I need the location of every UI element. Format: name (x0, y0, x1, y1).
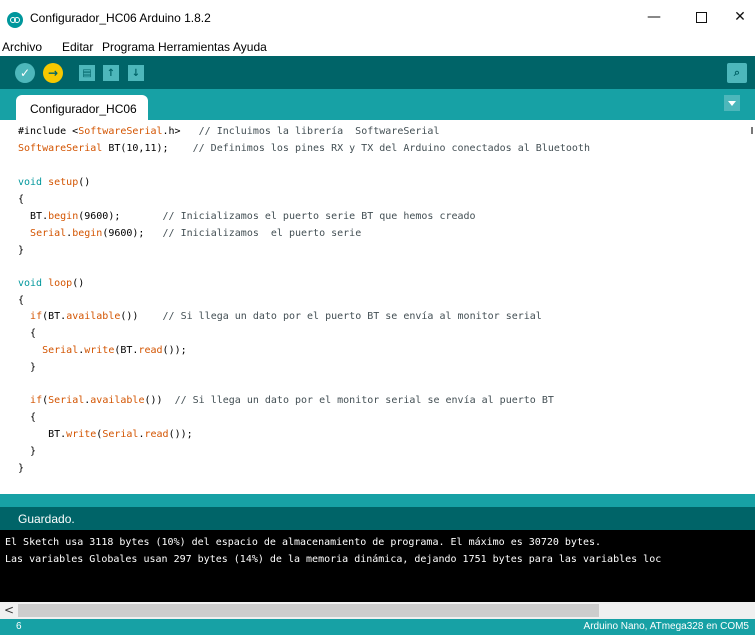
status-message: Guardado. (18, 512, 75, 526)
code-line-11: { (18, 295, 25, 306)
menu-ayuda[interactable]: Ayuda (233, 40, 267, 54)
code-editor[interactable]: #include <SoftwareSerial.h> // Incluimos… (0, 120, 755, 494)
maximize-icon (695, 12, 707, 23)
footer-bar: 6 Arduino Nano, ATmega328 en COM5 (0, 619, 755, 635)
code-line-8: } (18, 245, 25, 256)
code-line-13: { (18, 328, 37, 339)
scroll-left-icon[interactable]: < (4, 603, 14, 617)
editor-scrollbar[interactable] (751, 127, 753, 134)
code-line-15: } (18, 362, 37, 373)
arduino-logo-icon (7, 12, 23, 28)
maximize-button[interactable] (691, 9, 711, 27)
tab-bar: Configurador_HC06 (0, 89, 755, 120)
line-number: 6 (16, 621, 22, 632)
menu-herramientas[interactable]: Herramientas (158, 40, 230, 54)
code-line-12: if(BT.available()) // Si llega un dato p… (30, 311, 542, 322)
code-line-5: { (18, 194, 25, 205)
code-line-2: SoftwareSerial BT(10,11); // Definimos l… (18, 143, 590, 154)
code-line-21: } (18, 463, 25, 474)
status-bar: Guardado. (0, 507, 755, 530)
console-line: Las variables Globales usan 297 bytes (1… (5, 554, 662, 565)
menu-editar[interactable]: Editar (62, 40, 93, 54)
verify-icon: ✓ (19, 66, 31, 80)
serial-monitor-icon: ⌕ (733, 66, 741, 79)
code-line-1: #include <SoftwareSerial.h> // Incluimos… (18, 126, 440, 137)
code-line-6: BT.begin(9600); // Inicializamos el puer… (18, 211, 476, 222)
board-info: Arduino Nano, ATmega328 en COM5 (583, 621, 749, 632)
code-line-18: { (18, 412, 37, 423)
menu-archivo[interactable]: Archivo (2, 40, 42, 54)
new-sketch-button[interactable]: ▤ (79, 65, 95, 81)
status-divider[interactable] (0, 494, 755, 507)
console-horizontal-scrollbar[interactable]: < (0, 602, 755, 619)
verify-button[interactable]: ✓ (15, 63, 35, 83)
code-line-20: } (18, 446, 37, 457)
code-line-14: Serial.write(BT.read()); (42, 345, 187, 356)
tab-menu-button[interactable] (724, 95, 740, 111)
code-line-17: if(Serial.available()) // Si llega un da… (30, 395, 554, 406)
menu-bar: Archivo Editar Programa Herramientas Ayu… (0, 38, 755, 56)
tab-configurador-hc06[interactable]: Configurador_HC06 (16, 95, 148, 120)
code-line-19: BT.write(Serial.read()); (18, 429, 193, 440)
upload-button[interactable]: → (43, 63, 63, 83)
console-line: El Sketch usa 3118 bytes (10%) del espac… (5, 537, 602, 548)
window-title: Configurador_HC06 Arduino 1.8.2 (30, 11, 211, 25)
close-button[interactable]: ✕ (730, 9, 750, 25)
scrollbar-thumb[interactable] (18, 604, 599, 617)
open-icon: ↑ (106, 67, 116, 79)
title-bar: Configurador_HC06 Arduino 1.8.2 — ✕ (0, 0, 755, 38)
serial-monitor-button[interactable]: ⌕ (727, 63, 747, 83)
upload-icon: → (47, 66, 59, 80)
code-line-7: Serial.begin(9600); // Inicializamos el … (30, 228, 362, 239)
console-output[interactable]: El Sketch usa 3118 bytes (10%) del espac… (0, 530, 755, 602)
menu-programa[interactable]: Programa (102, 40, 155, 54)
save-icon: ↓ (131, 67, 141, 79)
open-button[interactable]: ↑ (103, 65, 119, 81)
code-line-4: void setup() (18, 177, 91, 188)
toolbar: ✓ → ▤ ↑ ↓ ⌕ (0, 56, 755, 89)
save-button[interactable]: ↓ (128, 65, 144, 81)
code-line-10: void loop() (18, 278, 85, 289)
minimize-button[interactable]: — (644, 9, 664, 25)
new-sketch-icon: ▤ (82, 67, 92, 79)
